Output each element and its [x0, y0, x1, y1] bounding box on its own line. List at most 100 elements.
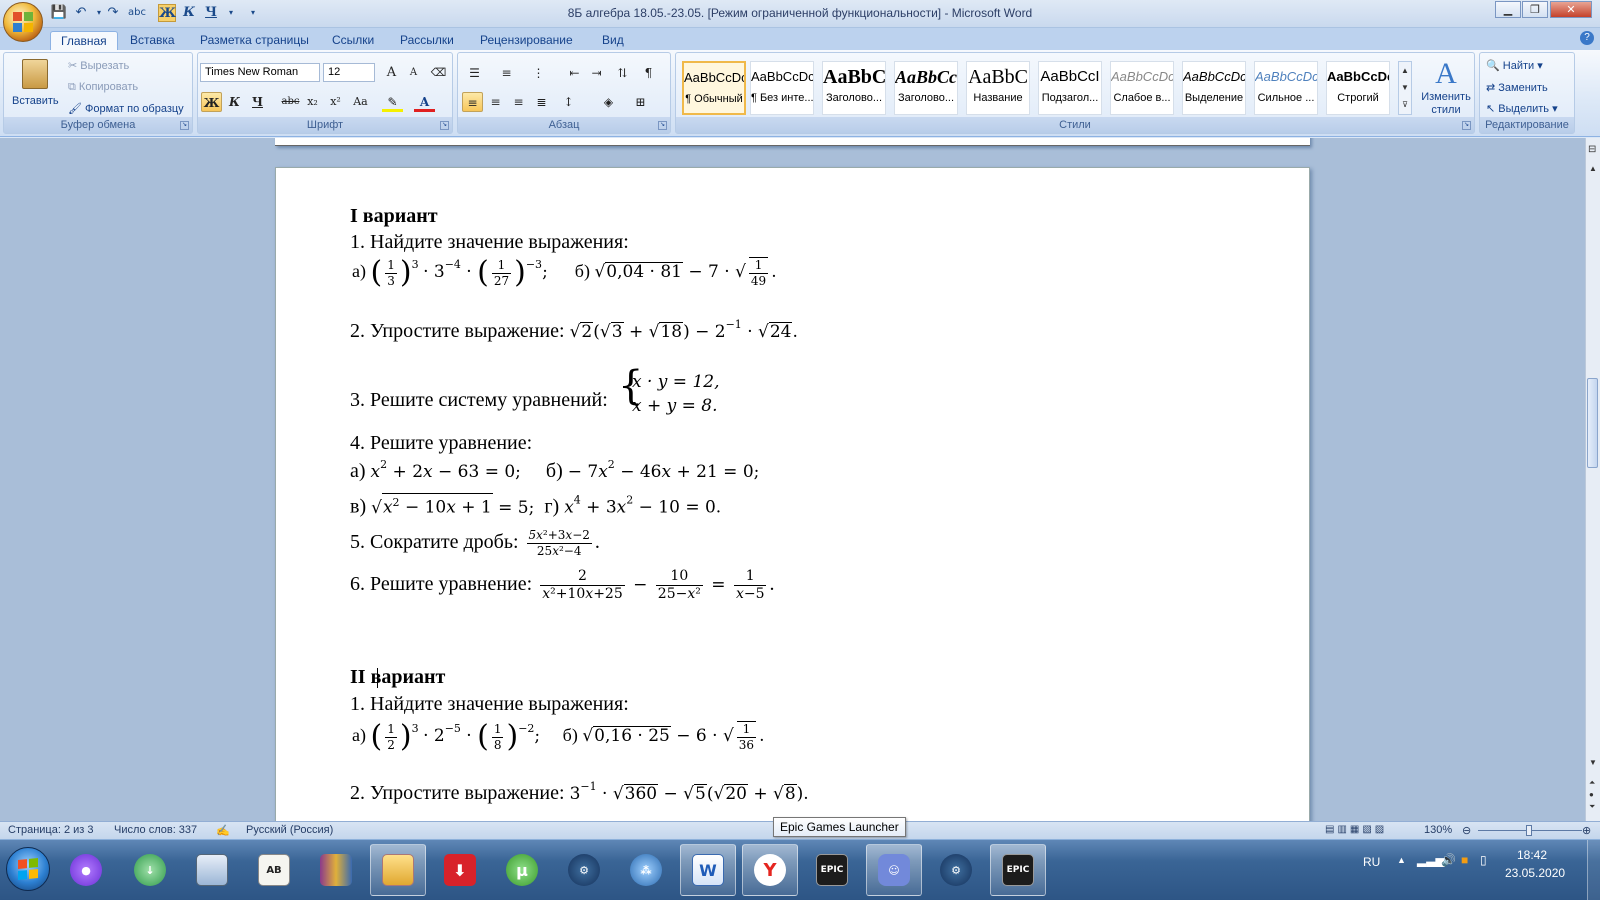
taskbar-download-master[interactable]: ⬇: [432, 844, 488, 896]
style-title[interactable]: AaBbC Название: [966, 61, 1030, 115]
pilcrow-icon[interactable]: ¶: [638, 63, 659, 83]
scroll-down-icon[interactable]: ▼: [1589, 758, 1597, 767]
ruler-toggle-icon[interactable]: ⊟: [1588, 144, 1596, 155]
browse-object-icon[interactable]: ●: [1589, 790, 1594, 799]
style-emphasis[interactable]: AaBbCcDc Выделение: [1182, 61, 1246, 115]
tab-mailings[interactable]: Рассылки: [390, 31, 464, 50]
volume-icon[interactable]: 🔊: [1441, 853, 1456, 867]
zoom-in-icon[interactable]: ⊕: [1582, 824, 1591, 837]
vertical-scrollbar[interactable]: ⊟ ▲ ▼ ⏶ ● ⏷: [1585, 138, 1600, 821]
taskbar-epic-games-1[interactable]: EPIC: [804, 844, 860, 896]
zoom-out-icon[interactable]: ⊖: [1462, 824, 1471, 837]
format-painter-button[interactable]: 🖌 Формат по образцу: [68, 102, 184, 115]
tab-review[interactable]: Рецензирование: [470, 31, 583, 50]
find-button[interactable]: 🔍 Найти ▾: [1486, 59, 1543, 72]
increase-indent-icon[interactable]: ⇥: [586, 63, 607, 83]
grow-font-button[interactable]: A: [381, 63, 402, 83]
font-name-combo[interactable]: Times New Roman: [200, 63, 320, 82]
scroll-up-icon[interactable]: ▲: [1589, 164, 1597, 173]
shrink-font-button[interactable]: A: [403, 63, 424, 83]
close-button[interactable]: ✕: [1550, 1, 1592, 18]
bullets-icon[interactable]: ☰: [464, 63, 485, 83]
change-case-button[interactable]: Aa: [350, 92, 371, 112]
taskbar-file-manager[interactable]: [370, 844, 426, 896]
office-button[interactable]: [3, 2, 43, 42]
style-heading-2[interactable]: AaBbCc Заголово...: [894, 61, 958, 115]
clock-time[interactable]: 18:42: [1517, 848, 1547, 862]
tab-view[interactable]: Вид: [592, 31, 634, 50]
show-desktop-button[interactable]: [1587, 840, 1600, 900]
document-workspace[interactable]: I вариант 1. Найдите значение выражения:…: [0, 138, 1585, 821]
prev-page-icon[interactable]: ⏶: [1589, 778, 1595, 788]
tab-home[interactable]: Главная: [50, 31, 118, 50]
sort-icon[interactable]: ⇅: [612, 63, 633, 83]
taskbar-steam-1[interactable]: ⚙: [556, 844, 612, 896]
proofing-icon[interactable]: ✍: [216, 824, 230, 837]
taskbar-abnet[interactable]: AB: [246, 844, 302, 896]
help-icon[interactable]: ?: [1580, 31, 1594, 45]
zoom-slider-thumb[interactable]: [1526, 825, 1532, 836]
clipboard-launcher-icon[interactable]: ↘: [180, 121, 189, 130]
superscript-button[interactable]: x²: [325, 92, 346, 112]
select-button[interactable]: ↖ Выделить ▾: [1486, 102, 1558, 115]
bold-button[interactable]: Ж: [201, 92, 222, 112]
input-language[interactable]: RU: [1363, 855, 1380, 869]
show-hidden-icons[interactable]: ▲: [1397, 855, 1406, 865]
numbering-icon[interactable]: ≡: [496, 63, 517, 83]
clock-date[interactable]: 23.05.2020: [1505, 866, 1565, 880]
power-icon[interactable]: ▯: [1480, 853, 1487, 867]
taskbar-winrar[interactable]: [308, 844, 364, 896]
document-page[interactable]: I вариант 1. Найдите значение выражения:…: [275, 167, 1310, 821]
style-normal[interactable]: AaBbCcDc ¶ Обычный: [682, 61, 746, 115]
align-right-icon[interactable]: ≡: [508, 92, 529, 112]
word-count[interactable]: Число слов: 337: [114, 824, 197, 836]
style-subtitle[interactable]: AaBbCcI Подзагол...: [1038, 61, 1102, 115]
paragraph-launcher-icon[interactable]: ↘: [658, 121, 667, 130]
maximize-button[interactable]: ❐: [1522, 1, 1548, 18]
zoom-level[interactable]: 130%: [1424, 824, 1452, 836]
decrease-indent-icon[interactable]: ⇤: [564, 63, 585, 83]
cut-button[interactable]: ✂ Вырезать: [68, 59, 129, 72]
taskbar-word[interactable]: W: [680, 844, 736, 896]
warning-tray-icon[interactable]: ■: [1461, 853, 1468, 867]
shading-icon[interactable]: ◈: [598, 92, 619, 112]
italic-button[interactable]: К: [224, 92, 245, 112]
taskbar-yandex-browser[interactable]: Y: [742, 844, 798, 896]
borders-icon[interactable]: ⊞: [630, 92, 651, 112]
taskbar-epic-games-2[interactable]: EPIC: [990, 844, 1046, 896]
justify-icon[interactable]: ≣: [531, 92, 552, 112]
start-button[interactable]: [6, 847, 50, 891]
style-heading-1[interactable]: AaBbC Заголово...: [822, 61, 886, 115]
font-launcher-icon[interactable]: ↘: [440, 121, 449, 130]
tab-insert[interactable]: Вставка: [120, 31, 185, 50]
subscript-button[interactable]: x₂: [302, 92, 323, 112]
tab-references[interactable]: Ссылки: [322, 31, 384, 50]
taskbar-app-circles[interactable]: ⁂: [618, 844, 674, 896]
view-buttons[interactable]: ▤▥▦▧▨: [1325, 824, 1387, 835]
styles-scroll[interactable]: ▲ ▼ ⊽: [1398, 61, 1412, 115]
taskbar-steam-2[interactable]: ⚙: [928, 844, 984, 896]
strikethrough-button[interactable]: abc: [280, 92, 301, 112]
change-styles-button[interactable]: A Изменить стили: [1418, 57, 1474, 117]
paste-button[interactable]: Вставить: [12, 57, 59, 117]
style-no-spacing[interactable]: AaBbCcDc ¶ Без инте...: [750, 61, 814, 115]
taskbar-downloader[interactable]: ↓: [122, 844, 178, 896]
style-subtle-emphasis[interactable]: AaBbCcDc Слабое в...: [1110, 61, 1174, 115]
scrollbar-thumb[interactable]: [1587, 378, 1598, 468]
font-color-icon[interactable]: A: [414, 92, 435, 112]
copy-button[interactable]: ⧉ Копировать: [68, 81, 138, 94]
highlight-icon[interactable]: ✎: [382, 92, 403, 112]
page-indicator[interactable]: Страница: 2 из 3: [8, 824, 94, 836]
language-indicator[interactable]: Русский (Россия): [246, 824, 333, 836]
style-intense-emphasis[interactable]: AaBbCcDc Сильное ...: [1254, 61, 1318, 115]
taskbar-alice[interactable]: ●: [58, 844, 114, 896]
clear-format-icon[interactable]: ⌫: [428, 63, 449, 83]
multilevel-list-icon[interactable]: ⋮: [528, 63, 549, 83]
style-strong[interactable]: AaBbCcDc Строгий: [1326, 61, 1390, 115]
minimize-button[interactable]: ▁: [1495, 1, 1521, 18]
tab-page-layout[interactable]: Разметка страницы: [190, 31, 319, 50]
font-size-combo[interactable]: 12: [323, 63, 375, 82]
taskbar-explorer-window[interactable]: [184, 844, 240, 896]
align-left-icon[interactable]: ≡: [462, 92, 483, 112]
styles-launcher-icon[interactable]: ↘: [1462, 121, 1471, 130]
